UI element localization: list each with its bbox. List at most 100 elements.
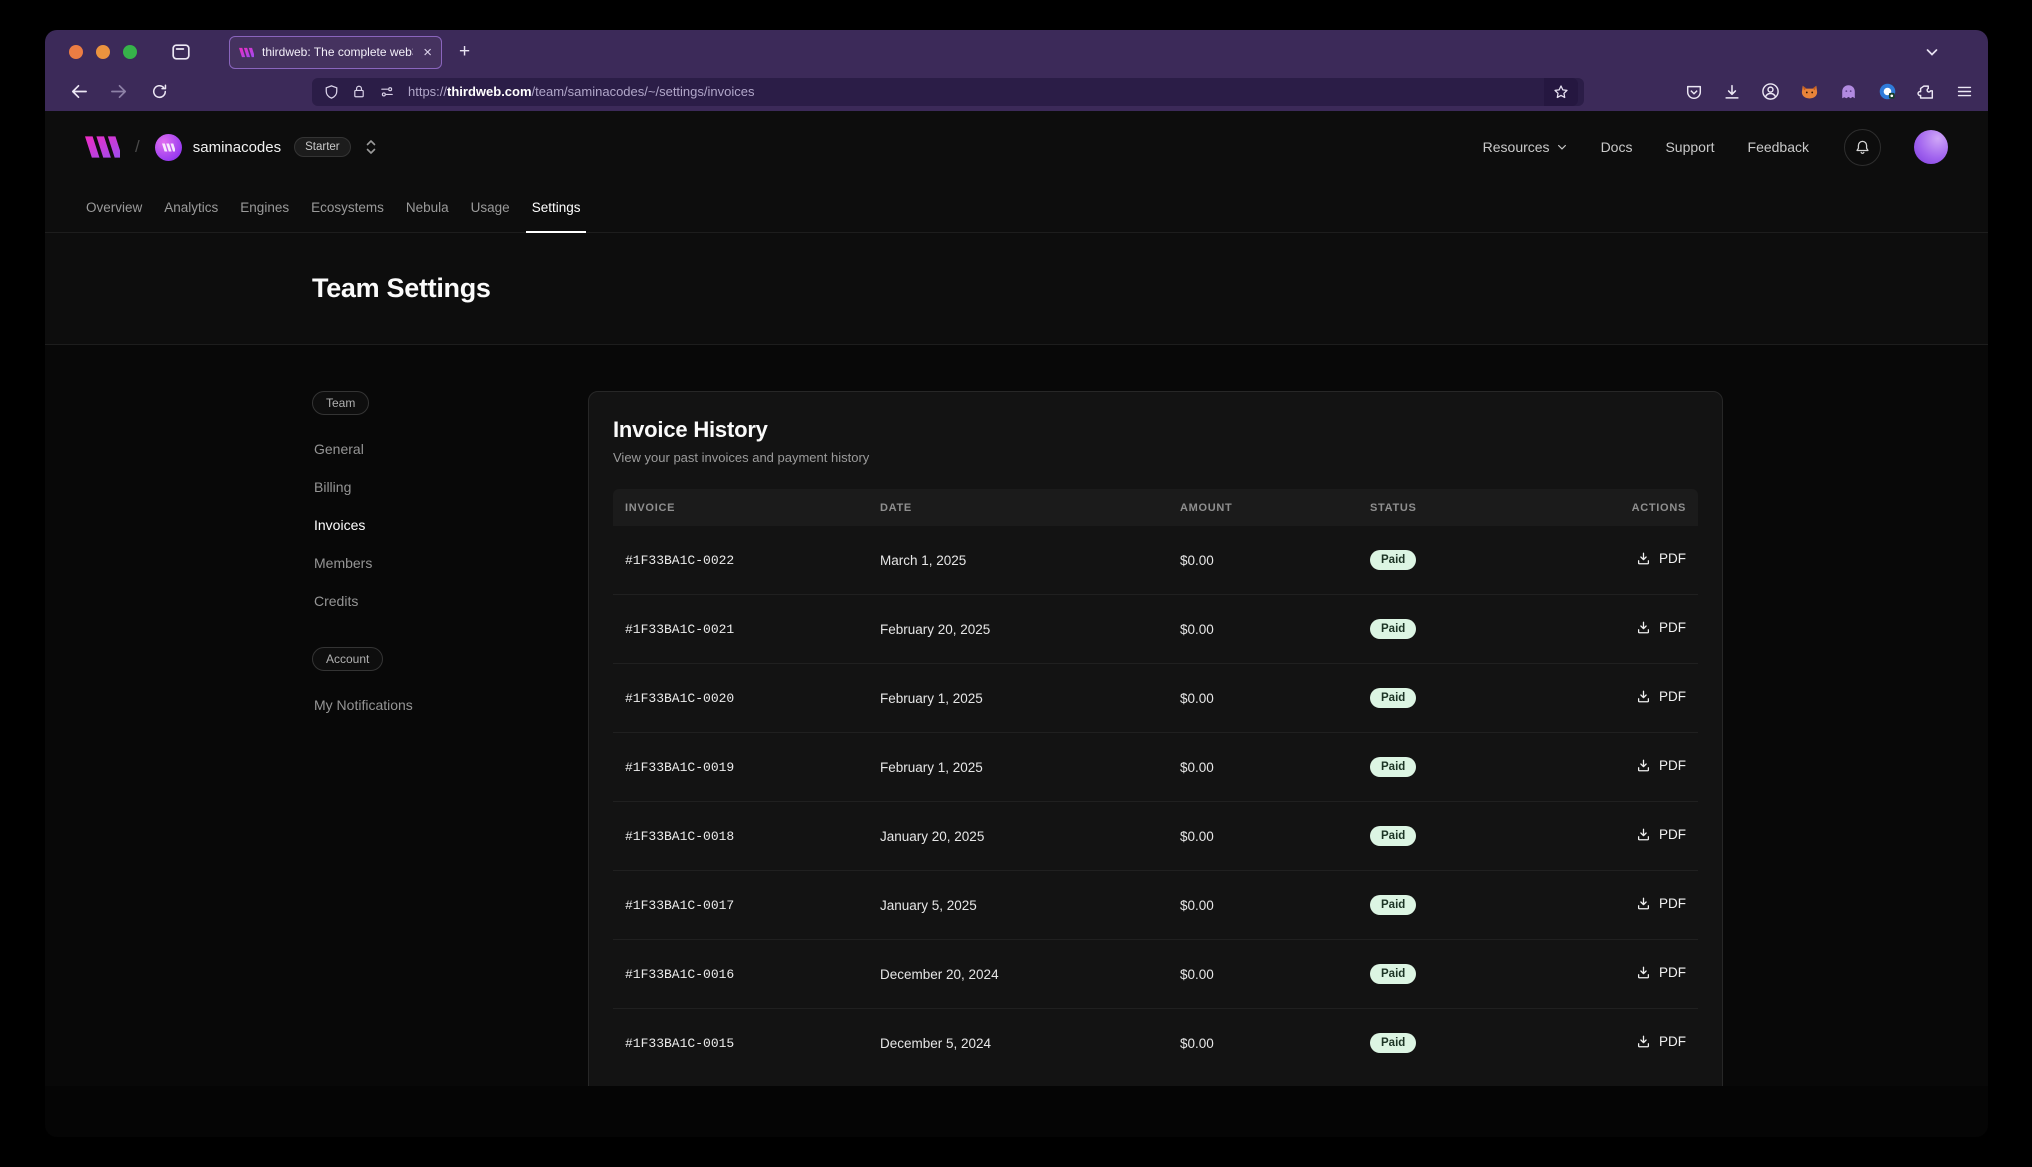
sidebar-item[interactable]: My Notifications bbox=[312, 686, 560, 724]
thirdweb-logo-icon[interactable] bbox=[85, 136, 120, 158]
pocket-icon[interactable] bbox=[1685, 83, 1703, 101]
sidebar-item[interactable]: Billing bbox=[312, 468, 560, 506]
blue-extension-icon[interactable] bbox=[1878, 82, 1897, 101]
status-badge: Paid bbox=[1370, 895, 1416, 915]
team-switcher-chevrons-icon[interactable] bbox=[364, 138, 378, 156]
fox-extension-icon[interactable] bbox=[1800, 83, 1819, 101]
download-icon bbox=[1636, 689, 1651, 704]
page-tab[interactable]: Ecosystems bbox=[300, 183, 395, 232]
invoice-actions: PDF bbox=[1598, 664, 1698, 733]
header-link[interactable]: Support bbox=[1665, 139, 1714, 155]
invoice-row: #1F33BA1C-0019 February 1, 2025 $0.00 Pa… bbox=[613, 733, 1698, 802]
invoice-actions: PDF bbox=[1598, 595, 1698, 664]
invoice-number: #1F33BA1C-0017 bbox=[613, 871, 868, 940]
permissions-icon[interactable] bbox=[379, 85, 395, 99]
pdf-label: PDF bbox=[1659, 1034, 1686, 1049]
bookmark-star-icon[interactable] bbox=[1544, 78, 1578, 106]
invoice-amount: $0.00 bbox=[1168, 664, 1358, 733]
page-tab[interactable]: Analytics bbox=[153, 183, 229, 232]
page-tab-nav: Overview Analytics Engines Ecosystems Ne… bbox=[45, 183, 1988, 233]
url-domain: thirdweb.com bbox=[447, 84, 532, 99]
tab-title: thirdweb: The complete web3 de bbox=[262, 45, 413, 59]
invoice-table-wrap: INVOICE DATE AMOUNT STATUS ACTIONS #1F33… bbox=[613, 489, 1698, 1077]
site-header: / saminacodes Starter Resources Docs Sup… bbox=[45, 111, 1988, 183]
page-tab[interactable]: Usage bbox=[460, 183, 521, 232]
sidebar-item[interactable]: General bbox=[312, 430, 560, 468]
invoice-row: #1F33BA1C-0021 February 20, 2025 $0.00 P… bbox=[613, 595, 1698, 664]
connection-lock-icon[interactable] bbox=[352, 84, 366, 99]
pdf-label: PDF bbox=[1659, 827, 1686, 842]
invoice-status: Paid bbox=[1358, 595, 1598, 664]
sidebar-item[interactable]: Members bbox=[312, 544, 560, 582]
page-tab[interactable]: Nebula bbox=[395, 183, 460, 232]
invoice-amount: $0.00 bbox=[1168, 595, 1358, 664]
header-link[interactable]: Docs bbox=[1601, 139, 1633, 155]
tracking-protection-shield-icon[interactable] bbox=[324, 84, 339, 100]
pdf-label: PDF bbox=[1659, 689, 1686, 704]
invoice-status: Paid bbox=[1358, 1009, 1598, 1078]
header-link[interactable]: Feedback bbox=[1748, 139, 1809, 155]
downloads-icon[interactable] bbox=[1723, 83, 1741, 101]
resources-menu[interactable]: Resources bbox=[1483, 139, 1568, 155]
download-pdf-button[interactable]: PDF bbox=[1636, 620, 1686, 635]
invoice-amount: $0.00 bbox=[1168, 1009, 1358, 1078]
zoom-window-button[interactable] bbox=[123, 45, 137, 59]
extensions-puzzle-icon[interactable] bbox=[1917, 83, 1935, 101]
invoice-number: #1F33BA1C-0019 bbox=[613, 733, 868, 802]
download-pdf-button[interactable]: PDF bbox=[1636, 896, 1686, 911]
sidebar-item[interactable]: Credits bbox=[312, 582, 560, 620]
download-pdf-button[interactable]: PDF bbox=[1636, 758, 1686, 773]
window-controls bbox=[69, 45, 137, 59]
forward-button[interactable] bbox=[110, 82, 129, 101]
invoice-actions: PDF bbox=[1598, 871, 1698, 940]
invoice-amount: $0.00 bbox=[1168, 871, 1358, 940]
plan-badge: Starter bbox=[294, 137, 351, 157]
invoice-actions: PDF bbox=[1598, 526, 1698, 595]
notifications-bell-icon[interactable] bbox=[1844, 129, 1881, 166]
invoice-date: February 1, 2025 bbox=[868, 733, 1168, 802]
user-avatar[interactable] bbox=[1914, 130, 1948, 164]
page-title: Team Settings bbox=[312, 273, 491, 304]
invoice-status: Paid bbox=[1358, 733, 1598, 802]
browser-tab-bar: thirdweb: The complete web3 de × + bbox=[45, 30, 1988, 74]
browser-tab[interactable]: thirdweb: The complete web3 de × bbox=[229, 36, 442, 69]
invoice-row: #1F33BA1C-0015 December 5, 2024 $0.00 Pa… bbox=[613, 1009, 1698, 1078]
download-pdf-button[interactable]: PDF bbox=[1636, 965, 1686, 980]
team-name[interactable]: saminacodes bbox=[193, 139, 281, 156]
chevron-down-icon bbox=[1556, 141, 1568, 153]
team-avatar[interactable] bbox=[155, 134, 182, 161]
page-tab[interactable]: Engines bbox=[229, 183, 300, 232]
list-all-tabs-chevron-icon[interactable] bbox=[1924, 44, 1940, 60]
page-tab[interactable]: Settings bbox=[521, 183, 592, 232]
back-button[interactable] bbox=[69, 82, 88, 101]
invoice-amount: $0.00 bbox=[1168, 802, 1358, 871]
download-icon bbox=[1636, 551, 1651, 566]
col-amount: AMOUNT bbox=[1168, 489, 1358, 526]
tab-close-icon[interactable]: × bbox=[421, 45, 432, 60]
invoice-date: January 5, 2025 bbox=[868, 871, 1168, 940]
menu-hamburger-icon[interactable] bbox=[1955, 83, 1974, 100]
download-icon bbox=[1636, 1034, 1651, 1049]
page-tab[interactable]: Overview bbox=[75, 183, 153, 232]
invoice-row: #1F33BA1C-0018 January 20, 2025 $0.00 Pa… bbox=[613, 802, 1698, 871]
status-badge: Paid bbox=[1370, 550, 1416, 570]
status-badge: Paid bbox=[1370, 688, 1416, 708]
address-bar[interactable]: https://thirdweb.com/team/saminacodes/~/… bbox=[312, 78, 1584, 106]
url-protocol: https:// bbox=[408, 84, 447, 99]
download-pdf-button[interactable]: PDF bbox=[1636, 1034, 1686, 1049]
ghost-extension-icon[interactable] bbox=[1839, 83, 1858, 101]
reload-button[interactable] bbox=[151, 83, 168, 100]
download-icon bbox=[1636, 620, 1651, 635]
new-tab-button[interactable]: + bbox=[459, 41, 470, 63]
account-icon[interactable] bbox=[1761, 82, 1780, 101]
minimize-window-button[interactable] bbox=[96, 45, 110, 59]
header-nav: Resources Docs Support Feedback bbox=[1483, 129, 1948, 166]
close-window-button[interactable] bbox=[69, 45, 83, 59]
download-pdf-button[interactable]: PDF bbox=[1636, 689, 1686, 704]
sidebar-item[interactable]: Invoices bbox=[312, 506, 560, 544]
firefox-view-icon[interactable] bbox=[171, 42, 191, 62]
download-pdf-button[interactable]: PDF bbox=[1636, 827, 1686, 842]
download-pdf-button[interactable]: PDF bbox=[1636, 551, 1686, 566]
url-path: /team/saminacodes/~/settings/invoices bbox=[532, 84, 755, 99]
sidebar-section-badge-account: Account bbox=[312, 647, 383, 671]
